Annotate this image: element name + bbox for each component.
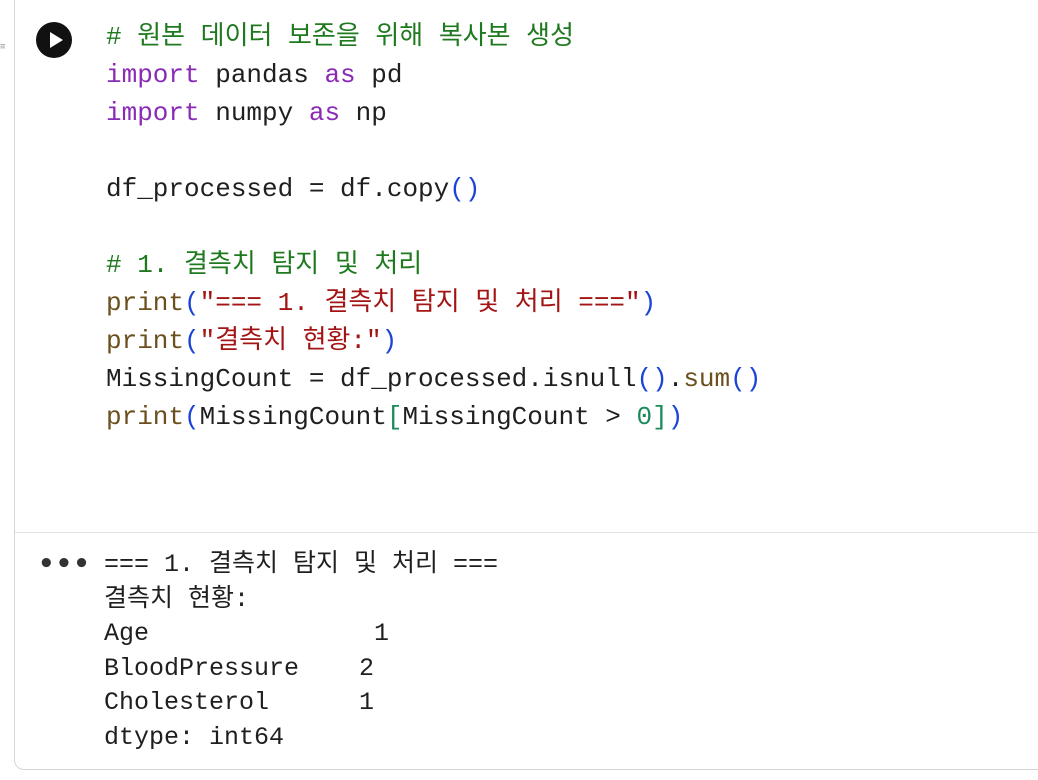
output-line: Cholesterol 1 — [104, 688, 375, 717]
number: 0 — [636, 402, 653, 432]
statement: df_processed = df.copy — [106, 174, 450, 204]
expression: MissingCount > — [402, 402, 637, 432]
alias: np — [340, 98, 387, 128]
string: "결측치 현황:" — [199, 326, 382, 356]
function-name: print — [106, 288, 185, 318]
comment: # 1. 결측치 탐지 및 처리 — [106, 250, 423, 280]
code-line-8: print("=== 1. 결측치 탐지 및 처리 ===") — [106, 284, 761, 322]
bracket: ] — [652, 402, 668, 432]
output-line: === 1. 결측치 탐지 및 처리 === — [104, 550, 499, 579]
dot: . — [667, 364, 684, 394]
code-editor[interactable]: # 원본 데이터 보존을 위해 복사본 생성 import pandas as p… — [106, 18, 761, 436]
code-line-2: import pandas as pd — [106, 56, 761, 94]
function-name: print — [106, 402, 185, 432]
paren: ( — [184, 326, 200, 356]
paren: ) — [381, 326, 398, 356]
paren: () — [636, 364, 668, 394]
paren: () — [449, 174, 481, 204]
function-name: print — [106, 326, 185, 356]
output-divider — [15, 532, 1038, 533]
code-line-11: print(MissingCount[MissingCount > 0]) — [106, 398, 761, 436]
run-cell-button[interactable] — [36, 22, 72, 58]
keyword: import — [106, 98, 200, 128]
keyword: import — [106, 60, 200, 90]
paren: ( — [184, 402, 200, 432]
bracket: [ — [386, 402, 403, 432]
output-line: 결측치 현황: — [104, 584, 250, 614]
output-line: dtype: int64 — [104, 722, 285, 752]
keyword: as — [324, 60, 356, 90]
paren: ( — [184, 288, 200, 318]
code-line-3: import numpy as np — [106, 94, 761, 132]
output-line: Age 1 — [104, 619, 390, 648]
method-name: sum — [683, 364, 731, 394]
code-line-9: print("결측치 현황:") — [106, 322, 761, 360]
statement: MissingCount = df_processed.isnull — [106, 364, 637, 394]
keyword: as — [308, 98, 341, 128]
module-name: numpy — [199, 98, 309, 128]
code-line-7: # 1. 결측치 탐지 및 처리 — [106, 246, 761, 284]
paren: ) — [667, 402, 684, 432]
paren: ) — [640, 288, 657, 318]
output-actions-icon[interactable]: ••• — [38, 551, 91, 577]
comment: # 원본 데이터 보존을 위해 복사본 생성 — [106, 22, 575, 52]
paren: () — [730, 364, 762, 394]
module-name: pandas — [199, 60, 325, 90]
play-icon — [50, 32, 63, 48]
identifier: MissingCount — [199, 402, 387, 432]
code-line-5: df_processed = df.copy() — [106, 170, 761, 208]
string: "=== 1. 결측치 탐지 및 처리 ===" — [199, 288, 641, 318]
code-line-10: MissingCount = df_processed.isnull().sum… — [106, 360, 761, 398]
code-line-1: # 원본 데이터 보존을 위해 복사본 생성 — [106, 18, 761, 56]
cell-output: === 1. 결측치 탐지 및 처리 === 결측치 현황: Age 1 BloodP… — [104, 548, 498, 755]
output-line: BloodPressure 2 — [104, 653, 375, 683]
drag-handle-icon[interactable]: ≡ — [0, 43, 6, 56]
alias: pd — [355, 60, 403, 90]
